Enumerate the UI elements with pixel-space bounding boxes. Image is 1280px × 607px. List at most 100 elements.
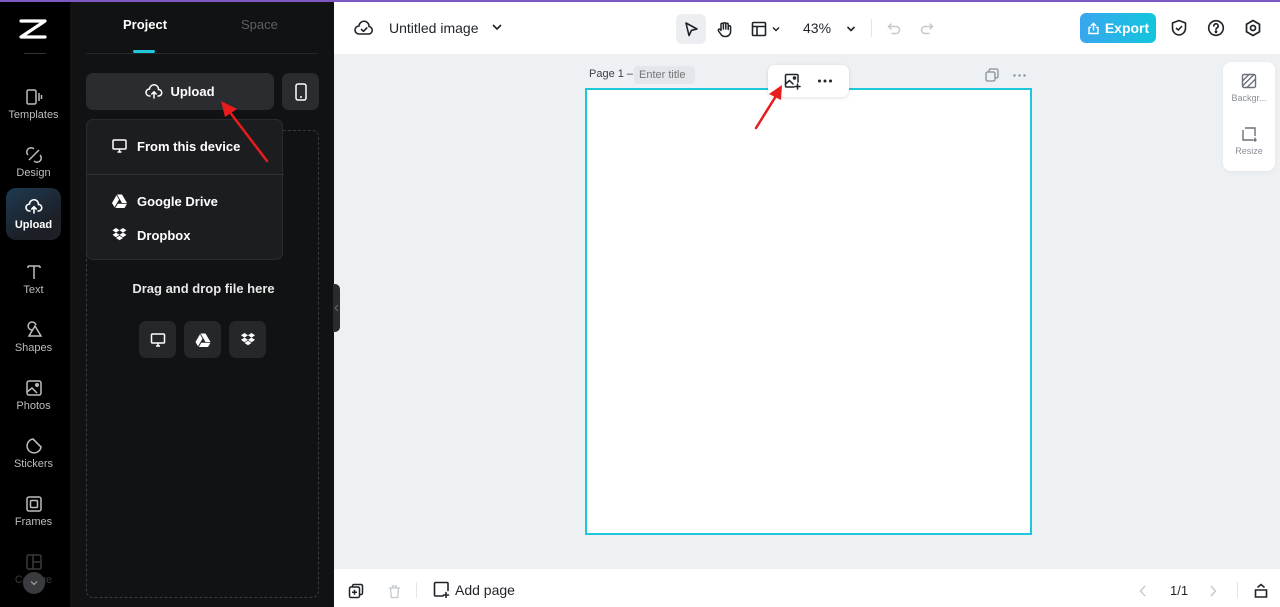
hand-tool-button[interactable] [709,14,739,44]
nav-item-design[interactable]: Design [6,136,61,188]
monitor-icon [150,332,165,347]
menu-item-from-device[interactable]: From this device [87,131,284,161]
nav-scroll-down-button[interactable] [23,572,45,594]
upload-from-phone-button[interactable] [282,73,319,110]
more-horizontal-icon [1012,73,1026,77]
right-side-tools: Backgr... Resize [1223,62,1275,171]
zoom-level[interactable]: 43% [803,20,831,36]
add-page-icon [433,581,450,598]
tab-space[interactable]: Space [241,17,278,32]
chevron-left-icon [1139,585,1146,597]
divider [416,582,417,598]
nav-item-stickers[interactable]: Stickers [6,427,61,479]
active-tab-indicator [133,50,155,53]
nav-label: Upload [14,218,53,231]
photos-icon [25,379,42,396]
panel-tabs: Project Space [86,0,318,54]
help-button[interactable] [1205,17,1227,39]
bottom-bar: Add page 1/1 [334,569,1280,607]
export-button[interactable]: Export [1080,13,1156,43]
settings-button[interactable] [1242,17,1264,39]
upload-device-button[interactable] [139,321,176,358]
select-tool-button[interactable] [676,14,706,44]
upload-button[interactable]: Upload [86,73,274,110]
add-image-icon [784,73,801,90]
chevron-down-icon [846,26,856,32]
page-label: Page 1 – [589,68,634,80]
collapse-panel-handle[interactable] [333,284,340,332]
top-accent-bar [0,0,1280,2]
nav-label: Text [23,283,44,296]
add-image-button[interactable] [781,70,803,92]
nav-label: Shapes [14,341,53,354]
menu-item-dropbox[interactable]: Dropbox [87,220,284,250]
upload-google-drive-button[interactable] [184,321,221,358]
menu-item-google-drive[interactable]: Google Drive [87,186,284,216]
hand-icon [717,21,731,37]
shield-check-icon [1171,19,1187,36]
delete-page-button[interactable] [385,582,403,600]
drop-zone-text: Drag and drop file here [132,281,275,296]
redo-button[interactable] [912,14,942,44]
design-icon [25,146,42,163]
capcut-logo[interactable] [18,18,48,40]
add-page-button[interactable]: Add page [433,581,515,598]
nav-label: Templates [8,108,59,121]
upload-cloud-icon [24,198,42,214]
side-tool-label: Resize [1235,146,1263,156]
side-tool-label: Backgr... [1231,93,1267,103]
cloud-saved-icon [354,20,373,35]
resize-tool-button[interactable]: Resize [1223,119,1275,163]
background-tool-button[interactable]: Backgr... [1223,66,1275,110]
gear-icon [1245,19,1261,37]
smartphone-icon [294,82,307,101]
canvas-page[interactable] [585,88,1032,535]
resize-icon [1242,127,1257,142]
nav-item-photos[interactable]: Photos [6,369,61,421]
zoom-dropdown-button[interactable] [836,14,866,44]
undo-button[interactable] [879,14,909,44]
dropbox-icon [240,332,255,345]
chevron-down-icon[interactable] [490,20,504,34]
more-horizontal-icon [818,79,832,83]
upload-source-menu: From this device Google Drive Dropbox [86,119,284,260]
trash-icon [388,584,400,598]
menu-item-label: Google Drive [137,193,218,209]
nav-item-text[interactable]: Text [6,253,61,305]
nav-label: Photos [16,399,51,412]
document-title[interactable]: Untitled image [389,20,479,36]
layout-dropdown-button[interactable] [746,14,786,44]
page-more-options-button[interactable] [814,70,836,92]
previous-page-button[interactable] [1134,582,1152,600]
chevron-down-icon [772,26,780,32]
divider [87,174,284,175]
duplicate-add-icon [348,583,364,599]
divider [24,53,46,54]
tab-project[interactable]: Project [123,17,167,32]
google-drive-icon [195,333,210,347]
page-options-button[interactable] [1011,68,1027,82]
nav-item-frames[interactable]: Frames [6,485,61,537]
nav-item-shapes[interactable]: Shapes [6,311,61,363]
next-page-button[interactable] [1204,582,1222,600]
text-icon [26,264,41,279]
export-label: Export [1104,20,1150,36]
chevron-right-icon [1210,585,1217,597]
duplicate-icon [985,68,999,82]
background-icon [1241,73,1257,89]
upload-cloud-icon [145,83,163,99]
duplicate-page-button[interactable] [984,68,1000,82]
pointer-icon [685,22,698,37]
nav-item-templates[interactable]: Templates [6,78,61,130]
duplicate-page-footer-button[interactable] [347,582,365,600]
nav-item-upload[interactable]: Upload [6,188,61,240]
expand-pages-button[interactable] [1252,582,1270,600]
privacy-shield-button[interactable] [1168,17,1190,39]
dropbox-icon [112,228,127,241]
chevron-left-icon [334,304,339,312]
upload-dropbox-button[interactable] [229,321,266,358]
page-title-input[interactable] [634,66,695,84]
nav-label: Design [16,166,51,179]
upload-label: Upload [170,84,215,99]
chevron-down-icon [30,581,38,586]
